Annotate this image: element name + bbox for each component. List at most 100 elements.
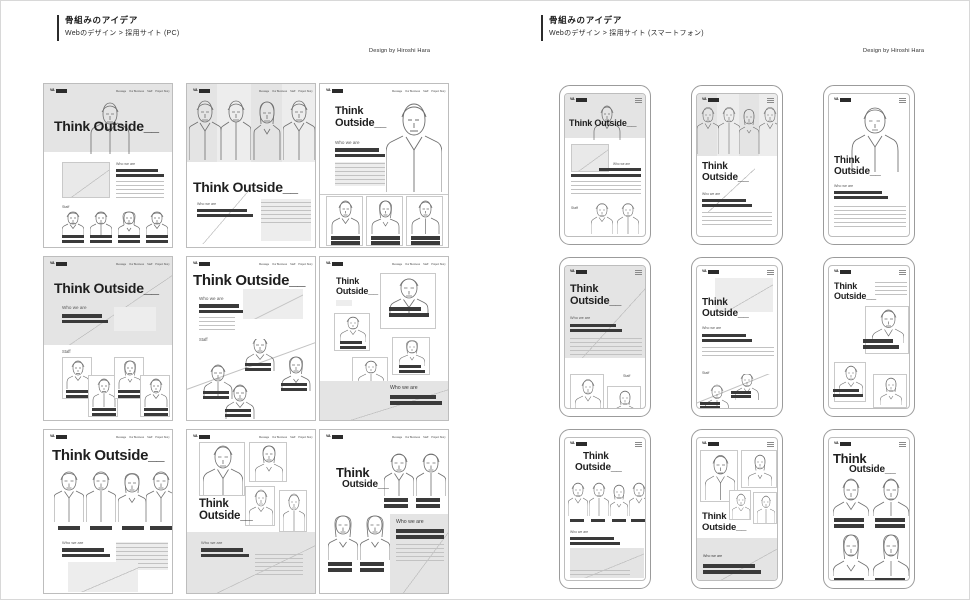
feature-card[interactable] — [334, 313, 370, 351]
sp-wireframe-9[interactable]: VA Think Outside__ — [823, 429, 915, 589]
hero-headline-line1: Think — [702, 297, 728, 308]
site-logo[interactable]: VA — [702, 98, 719, 102]
main-nav[interactable]: Message Our Business Staff Project Story… — [259, 90, 315, 93]
feature-card[interactable] — [380, 273, 436, 329]
hero-headline-line2: Outside__ — [199, 510, 253, 522]
text-lines — [116, 181, 164, 201]
site-logo[interactable]: VA — [326, 89, 343, 93]
site-logo[interactable]: VA — [702, 270, 719, 274]
staff-card[interactable] — [140, 375, 170, 417]
hero-headline-line1: Think — [834, 155, 860, 166]
phone-screen[interactable]: VA Think Outside__ Who we are Staff — [564, 93, 646, 237]
hamburger-menu-icon[interactable] — [899, 270, 906, 275]
portrait-card[interactable] — [873, 374, 907, 408]
hero-headline-line2: Outside__ — [575, 462, 622, 473]
main-nav[interactable]: Message Our Business Staff Project Story… — [116, 263, 172, 266]
portrait-card[interactable] — [833, 362, 866, 402]
phone-screen[interactable]: VA Think Outside__ Who we are Staff — [564, 265, 646, 409]
portrait-card[interactable] — [863, 306, 909, 354]
hamburger-menu-icon[interactable] — [899, 98, 906, 103]
image-placeholder — [62, 162, 110, 198]
phone-screen[interactable]: VA Think Outside__ Who we are — [564, 437, 646, 581]
hamburger-menu-icon[interactable] — [635, 442, 642, 447]
site-logo[interactable]: VA — [570, 442, 587, 446]
poster-page: 骨組みのアイデア Webのデザイン > 採用サイト (PC) Design by… — [0, 0, 970, 600]
site-logo[interactable]: VA — [50, 262, 67, 266]
hero-headline: Think Outside__ — [52, 447, 165, 464]
staff-card[interactable] — [406, 196, 443, 246]
sp-wireframe-2[interactable]: VA Think Outside__ Who we are — [691, 85, 783, 245]
site-logo[interactable]: VA — [834, 442, 851, 446]
main-nav[interactable]: Message Our Business Staff Project Story… — [116, 90, 172, 93]
phone-screen[interactable]: VA Think Outside__ Who we are — [828, 93, 910, 237]
pc-wireframe-7[interactable]: VA Message Our Business Staff Project St… — [43, 429, 173, 594]
portrait-card[interactable] — [279, 490, 307, 532]
staff-card[interactable] — [570, 374, 604, 408]
portrait-card[interactable] — [753, 492, 777, 524]
site-logo[interactable]: VA — [50, 89, 67, 93]
pc-wireframe-9[interactable]: VA Message Our Business Staff Project St… — [319, 429, 449, 594]
portrait-card[interactable] — [249, 442, 287, 482]
phone-screen[interactable]: VA Think Outside__ Who we are Staff — [696, 265, 778, 409]
hamburger-menu-icon[interactable] — [767, 270, 774, 275]
sp-wireframe-4[interactable]: VA Think Outside__ Who we are Staff — [559, 257, 651, 417]
who-we-are-label: Who we are — [199, 296, 224, 301]
site-logo[interactable]: VA — [834, 270, 851, 274]
site-logo[interactable]: VA — [193, 89, 210, 93]
phone-screen[interactable]: VA Think Outside__ — [828, 437, 910, 581]
sp-wireframe-7[interactable]: VA Think Outside__ Who we are — [559, 429, 651, 589]
logo-block — [331, 89, 343, 93]
feature-card[interactable] — [392, 337, 430, 375]
pc-wireframe-4[interactable]: VA Message Our Business Staff Project St… — [43, 256, 173, 421]
hero-headline-line2: Outside__ — [342, 479, 389, 490]
site-logo[interactable]: VA — [570, 270, 587, 274]
site-logo[interactable]: VA — [193, 435, 210, 439]
hero-headline-line1: Think — [702, 511, 727, 522]
main-nav[interactable]: Message Our Business Staff Project Story… — [116, 436, 172, 439]
sp-wireframe-1[interactable]: VA Think Outside__ Who we are Staff — [559, 85, 651, 245]
main-nav[interactable]: Message Our Business Staff Project Story… — [259, 436, 315, 439]
hero-headline: Think Outside__ — [193, 179, 298, 195]
site-logo[interactable]: VA — [326, 435, 343, 439]
hamburger-menu-icon[interactable] — [635, 98, 642, 103]
pc-wireframe-1[interactable]: VA Message Our Business Staff Project St… — [43, 83, 173, 248]
site-logo[interactable]: VA — [193, 262, 210, 266]
left-credit: Design by Hiroshi Hara — [369, 48, 431, 54]
staff-card[interactable] — [607, 386, 641, 408]
pc-wireframe-8[interactable]: VA Message Our Business Staff Project St… — [186, 429, 316, 594]
hero-headline-line2: Outside__ — [834, 166, 881, 177]
site-logo[interactable]: VA — [834, 98, 851, 102]
site-logo[interactable]: VA — [50, 435, 67, 439]
phone-screen[interactable]: VA Think Outside__ Who we are — [696, 437, 778, 581]
main-nav[interactable]: Message Our Business Staff Project Story… — [392, 263, 448, 266]
main-nav[interactable]: Message Our Business Staff Project Story… — [259, 263, 315, 266]
hamburger-menu-icon[interactable] — [899, 442, 906, 447]
sp-wireframe-8[interactable]: VA Think Outside__ Who we are — [691, 429, 783, 589]
pc-wireframe-5[interactable]: VA Message Our Business Staff Project St… — [186, 256, 316, 421]
site-logo[interactable]: VA — [702, 442, 719, 446]
hamburger-menu-icon[interactable] — [635, 270, 642, 275]
pc-wireframe-3[interactable]: VA Message Our Business Staff Project St… — [319, 83, 449, 248]
site-logo[interactable]: VA — [570, 98, 587, 102]
portrait-card[interactable] — [741, 450, 777, 488]
hero-headline: Think Outside__ — [569, 118, 637, 128]
staff-label: Staff — [571, 206, 578, 210]
logo-block — [839, 442, 851, 446]
site-logo[interactable]: VA — [326, 262, 343, 266]
staff-card[interactable] — [366, 196, 403, 246]
hamburger-menu-icon[interactable] — [767, 98, 774, 103]
main-nav[interactable]: Message Our Business Staff Project Story… — [392, 436, 448, 439]
sp-wireframe-3[interactable]: VA Think Outside__ Who we are — [823, 85, 915, 245]
pc-wireframe-6[interactable]: VA Message Our Business Staff Project St… — [319, 256, 449, 421]
staff-card[interactable] — [326, 196, 363, 246]
sp-wireframe-5[interactable]: VA Think Outside__ Who we are Staff — [691, 257, 783, 417]
sp-wireframe-6[interactable]: VA Think Outside__ — [823, 257, 915, 417]
phone-screen[interactable]: VA Think Outside__ — [828, 265, 910, 409]
main-nav[interactable]: Message Our Business Staff Project Story… — [392, 90, 448, 93]
portrait-card[interactable] — [199, 442, 245, 496]
phone-screen[interactable]: VA Think Outside__ Who we are — [696, 93, 778, 237]
portrait-card[interactable] — [729, 490, 751, 520]
pc-wireframe-2[interactable]: VA Message Our Business Staff Project St… — [186, 83, 316, 248]
hamburger-menu-icon[interactable] — [767, 442, 774, 447]
logo-block — [707, 98, 719, 102]
